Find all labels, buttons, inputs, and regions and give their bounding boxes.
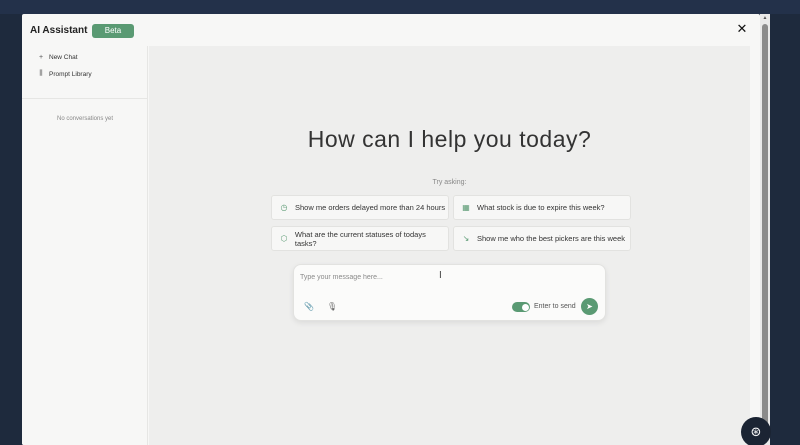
- microphone-icon[interactable]: 🎙: [327, 302, 337, 312]
- sidebar: + New Chat ⫼ Prompt Library No conversat…: [22, 46, 148, 445]
- paperclip-icon[interactable]: 📎: [304, 302, 314, 312]
- clock-icon: ◷: [280, 203, 288, 212]
- suggestion-label: Show me orders delayed more than 24 hour…: [295, 203, 446, 212]
- suggestion-label: What are the current statuses of todays …: [294, 229, 426, 248]
- plus-icon: +: [38, 53, 44, 61]
- modal-title: AI Assistant: [30, 25, 88, 36]
- sidebar-item-new-chat[interactable]: + New Chat: [38, 51, 78, 63]
- calendar-icon: ▦: [462, 203, 470, 212]
- chat-main-panel: How can I help you today? Try asking: ◷ …: [149, 46, 750, 445]
- scroll-up-icon[interactable]: ▲: [760, 14, 770, 22]
- sidebar-item-label: New Chat: [49, 53, 78, 61]
- box-icon: ⬡: [280, 234, 288, 243]
- suggestion-label: What stock is due to expire this week?: [477, 203, 605, 212]
- sidebar-item-prompt-library[interactable]: ⫼ Prompt Library: [38, 68, 92, 80]
- suggestion-task-statuses[interactable]: ⬡ What are the current statuses of today…: [271, 226, 449, 251]
- beta-badge: Beta: [92, 24, 134, 38]
- enter-to-send-toggle[interactable]: [512, 302, 530, 312]
- ai-assistant-modal: AI Assistant Beta ✕ + New Chat ⫼ Prompt …: [22, 14, 760, 445]
- message-composer: I 📎 🎙 Enter to send ➤: [293, 264, 606, 321]
- sidebar-divider: [22, 98, 148, 99]
- page-backdrop: [0, 0, 800, 14]
- sidebar-item-label: Prompt Library: [49, 70, 92, 78]
- close-button[interactable]: ✕: [735, 22, 749, 36]
- send-button[interactable]: ➤: [581, 298, 598, 315]
- scrollbar-thumb[interactable]: [762, 24, 768, 434]
- help-button[interactable]: ⊛: [741, 417, 771, 445]
- library-icon: ⫼: [39, 70, 43, 77]
- trend-down-icon: ↘: [462, 234, 470, 243]
- suggestion-expiring-stock[interactable]: ▦ What stock is due to expire this week?: [453, 195, 631, 220]
- try-asking-label: Try asking:: [432, 179, 467, 186]
- enter-to-send-label: Enter to send: [534, 303, 576, 310]
- suggestion-label: Show me who the best pickers are this we…: [477, 234, 625, 243]
- suggestion-delayed-orders[interactable]: ◷ Show me orders delayed more than 24 ho…: [271, 195, 449, 220]
- modal-header: AI Assistant Beta ✕: [22, 14, 760, 46]
- text-cursor-icon: I: [439, 270, 442, 281]
- welcome-headline: How can I help you today?: [307, 126, 592, 152]
- vertical-scrollbar[interactable]: ▲ ▼: [760, 14, 770, 445]
- suggestion-best-pickers[interactable]: ↘ Show me who the best pickers are this …: [453, 226, 631, 251]
- message-input[interactable]: [300, 271, 590, 283]
- empty-conversations-text: No conversations yet: [56, 116, 114, 122]
